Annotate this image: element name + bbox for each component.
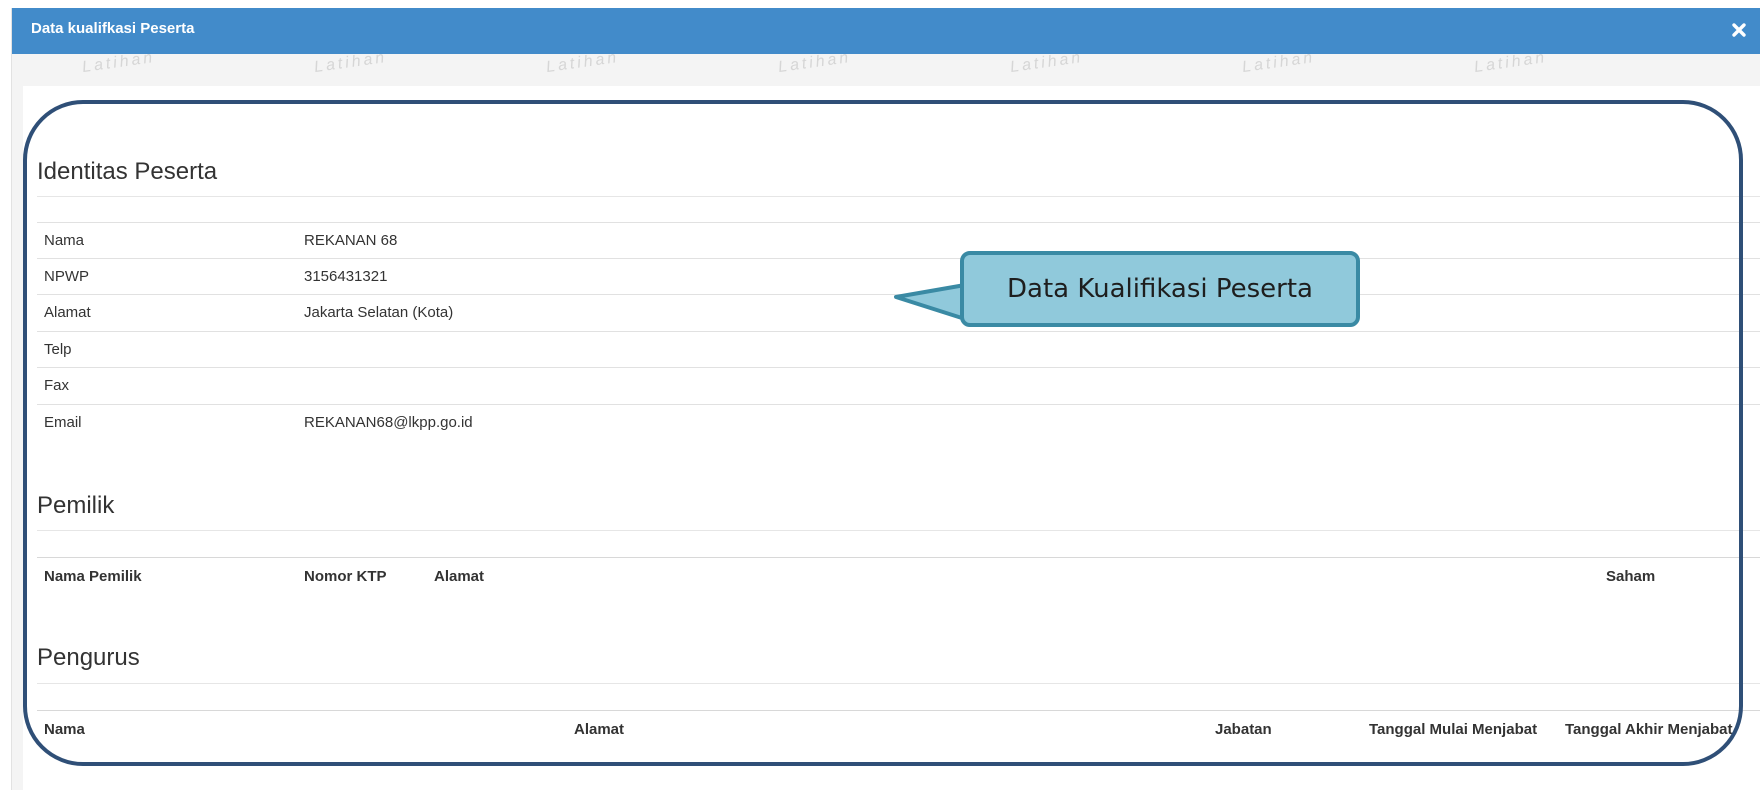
divider (37, 710, 1760, 711)
identity-row-nama: Nama REKANAN 68 (37, 222, 1760, 258)
identity-label: NPWP (44, 268, 89, 285)
divider (37, 557, 1760, 558)
qualification-modal: Data kualifkasi Peserta Latihan Latihan … (11, 8, 1760, 790)
watermark-strip: Latihan Latihan Latihan Latihan Latihan … (12, 54, 1760, 84)
identity-value: REKANAN68@lkpp.go.id (304, 414, 473, 431)
watermark: Latihan (777, 54, 853, 77)
identity-value: 3156431321 (304, 268, 388, 285)
watermark: Latihan (81, 54, 157, 77)
identity-value: Jakarta Selatan (Kota) (304, 304, 454, 321)
pemilik-col-nama: Nama Pemilik (44, 568, 142, 585)
pemilik-col-alamat: Alamat (434, 568, 485, 585)
divider (37, 530, 1760, 531)
pengurus-col-jabatan: Jabatan (1215, 721, 1272, 738)
pengurus-heading: Pengurus (37, 644, 140, 671)
watermark: Latihan (545, 54, 621, 77)
identity-row-telp: Telp (37, 331, 1760, 367)
identity-label: Email (44, 414, 82, 431)
identity-row-fax: Fax (37, 367, 1760, 403)
identitas-heading: Identitas Peserta (37, 158, 218, 185)
pemilik-col-ktp: Nomor KTP (304, 568, 387, 585)
watermark: Latihan (1473, 54, 1549, 77)
identity-row-email: Email REKANAN68@lkpp.go.id (37, 404, 1760, 440)
modal-content: Identitas Peserta Nama REKANAN 68 NPWP 3… (23, 86, 1760, 790)
pengurus-col-tanggal-akhir: Tanggal Akhir Menjabat (1565, 721, 1733, 738)
divider (37, 196, 1760, 197)
watermark: Latihan (313, 54, 389, 77)
modal-header: Data kualifkasi Peserta (12, 8, 1760, 54)
modal-title: Data kualifkasi Peserta (31, 20, 195, 37)
pengurus-col-alamat: Alamat (574, 721, 625, 738)
close-icon (1732, 23, 1746, 37)
divider (37, 683, 1760, 684)
callout-text: Data Kualifikasi Peserta (1006, 274, 1313, 304)
identity-label: Telp (44, 341, 72, 358)
identity-label: Nama (44, 232, 85, 249)
watermark: Latihan (1241, 54, 1317, 77)
close-button[interactable] (1727, 18, 1751, 42)
identity-label: Alamat (44, 304, 91, 321)
identity-value: REKANAN 68 (304, 232, 398, 249)
pengurus-col-nama: Nama (44, 721, 85, 738)
watermark: Latihan (1009, 54, 1085, 77)
pemilik-heading: Pemilik (37, 492, 115, 519)
pengurus-col-tanggal-mulai: Tanggal Mulai Menjabat (1369, 721, 1538, 738)
callout-box: Data Kualifikasi Peserta (960, 251, 1360, 327)
identity-label: Fax (44, 377, 70, 394)
callout-pointer (894, 283, 967, 321)
pemilik-col-saham: Saham (1606, 568, 1656, 585)
